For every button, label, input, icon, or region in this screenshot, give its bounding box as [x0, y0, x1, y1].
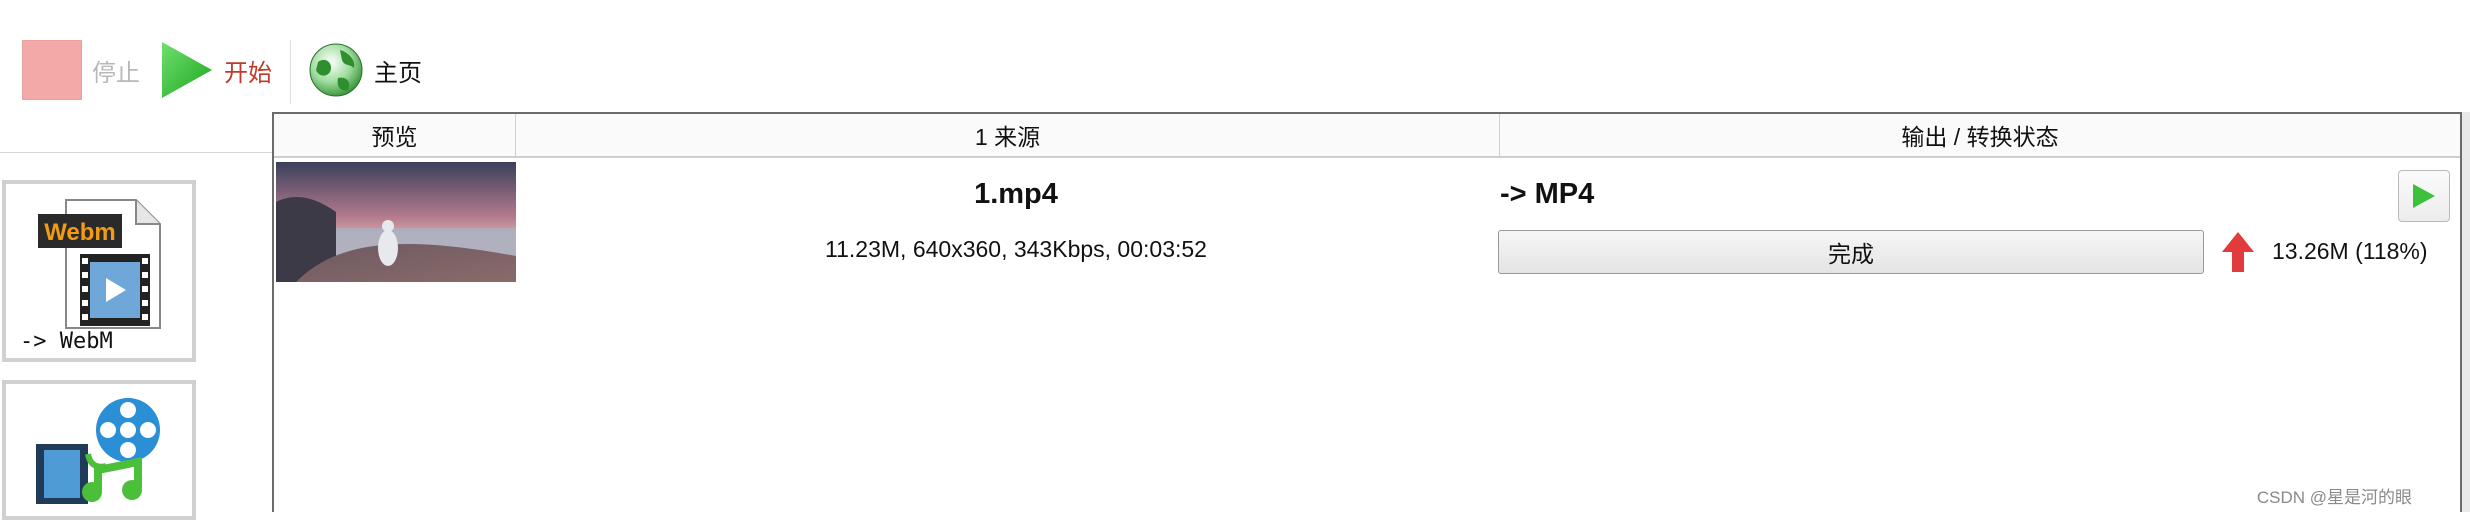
start-label: 开始 — [224, 59, 272, 87]
play-icon — [162, 42, 212, 98]
home-label: 主页 — [374, 59, 422, 87]
play-icon — [2413, 184, 2435, 208]
toolbar-separator — [290, 40, 291, 104]
column-header-source[interactable]: 1 来源 — [516, 114, 1500, 158]
column-header-preview[interactable]: 预览 — [274, 114, 516, 158]
video-thumbnail[interactable] — [276, 162, 516, 282]
size-increase-arrow-icon — [2222, 232, 2254, 272]
window-edge — [2462, 112, 2470, 512]
source-file-name: 1.mp4 — [974, 178, 1058, 210]
stop-icon — [22, 40, 82, 100]
stop-button[interactable]: 停止 — [22, 36, 140, 104]
conversion-status-button[interactable]: 完成 — [1498, 230, 2204, 274]
start-button[interactable]: 开始 — [158, 36, 272, 104]
output-format: -> MP4 — [1500, 178, 1595, 210]
file-list-table: 预览 1 来源 输出 / 转换状态 1.mp4 11.23M, 640x360,… — [272, 112, 2462, 512]
globe-icon — [309, 43, 363, 97]
source-file-info: 11.23M, 640x360, 343Kbps, 00:03:52 — [825, 236, 1207, 262]
webm-badge: Webm — [44, 219, 116, 246]
video-to-audio-icon — [36, 398, 160, 504]
toolbar: 停止 开始 主页 — [0, 0, 2470, 112]
format-webm-button[interactable]: Webm -> WebM — [2, 180, 196, 362]
sidebar-divider — [0, 152, 272, 153]
column-header-output[interactable]: 输出 / 转换状态 — [1500, 114, 2460, 158]
format-audio-button[interactable] — [2, 380, 196, 520]
home-button[interactable]: 主页 — [308, 36, 422, 104]
watermark: CSDN @星是河的眼 — [2256, 488, 2412, 507]
format-sidebar: Webm -> WebM — [0, 112, 272, 520]
play-output-button[interactable] — [2398, 170, 2450, 222]
format-webm-label: -> WebM — [20, 329, 113, 354]
webm-file-icon: Webm — [38, 199, 161, 329]
output-file-size: 13.26M (118%) — [2272, 238, 2428, 264]
stop-label: 停止 — [92, 59, 140, 87]
